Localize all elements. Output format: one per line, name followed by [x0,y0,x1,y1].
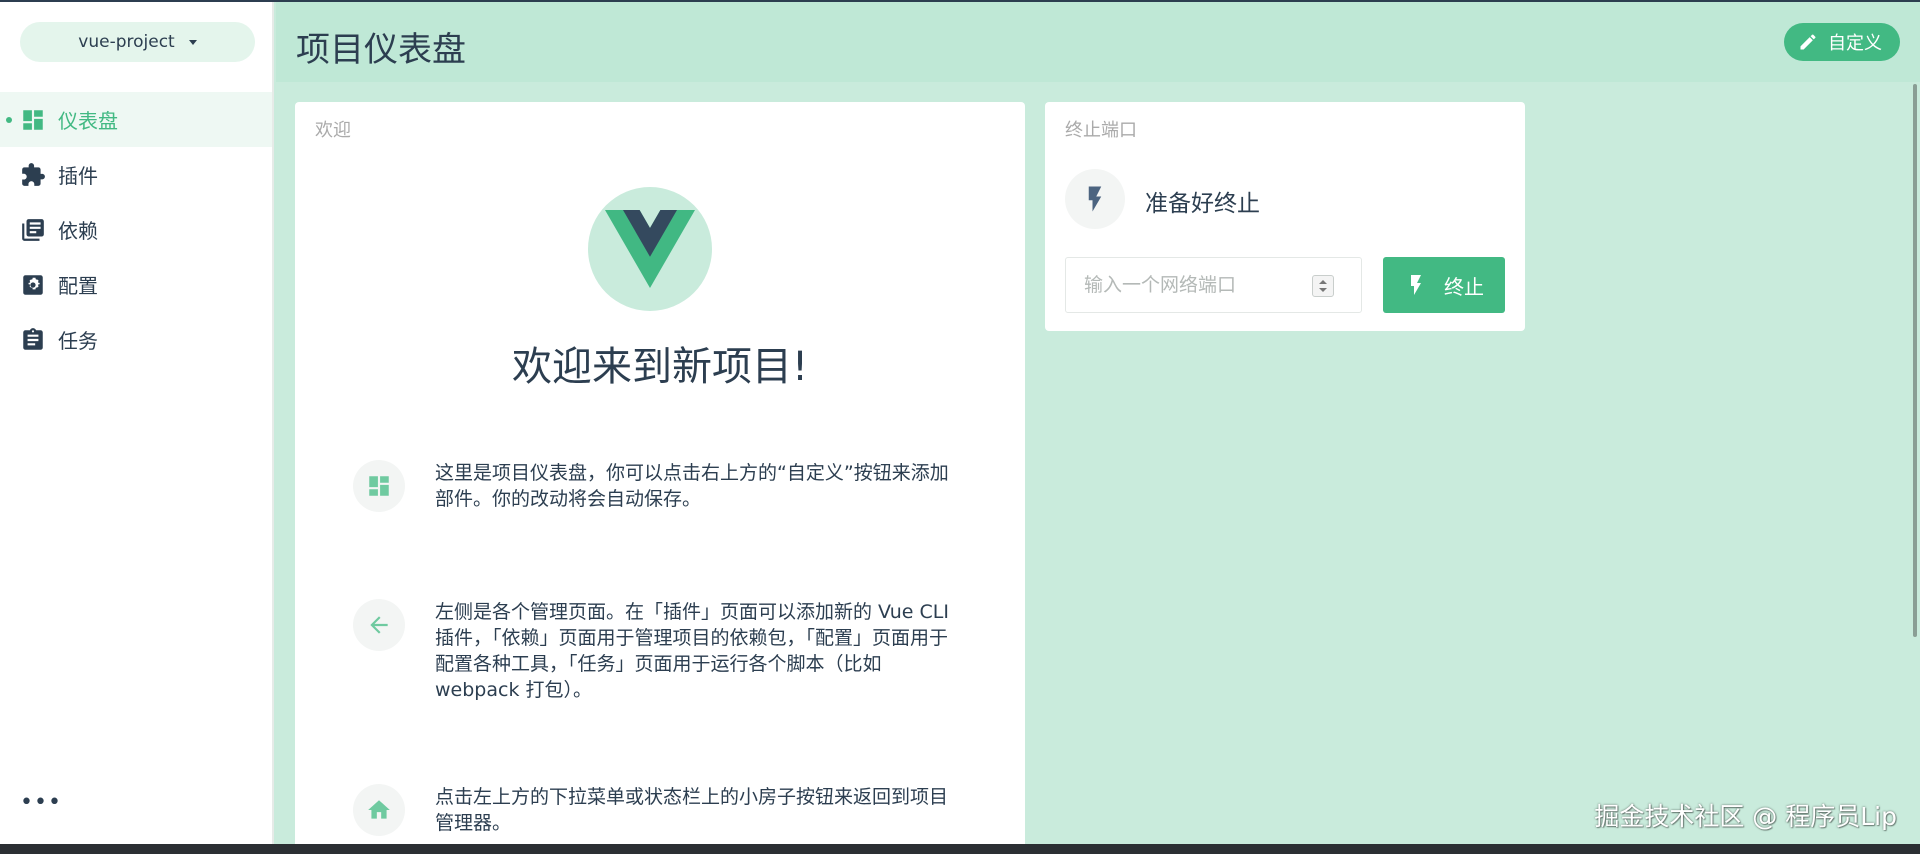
flash-icon [1411,275,1421,295]
tip-text: 点击左上方的下拉菜单或状态栏上的小房子按钮来返回到项目管理器。 [435,786,949,834]
welcome-heading: 欢迎来到新项目! [511,344,809,390]
tip-icon [353,784,405,836]
watermark: 掘金技术社区 @ 程序员Lip [1594,802,1897,831]
port-input[interactable] [1084,258,1314,312]
flash-icon [1088,186,1102,212]
kill-label: 终止 [1444,274,1484,299]
page-title: 项目仪表盘 [296,30,466,70]
widget-title: 终止端口 [1065,120,1137,141]
welcome-widget: 欢迎 欢迎来到新项目! 这里是项目仪表盘，你可以点击右上方的“自定义”按钮来添加… [295,102,1025,854]
kill-status-icon [1065,169,1125,229]
puzzle-icon [22,162,45,186]
tip-text: 左侧是各个管理页面。在「插件」页面可以添加新的 Vue CLI 插件，「依赖」页… [435,601,949,701]
arrow-left-icon [370,616,388,634]
port-stepper[interactable] [1312,275,1334,297]
vue-logo-icon [605,210,695,288]
sidebar-item-configuration[interactable]: 配置 [0,257,272,312]
customize-button[interactable]: 自定义 [1784,23,1900,61]
sidebar-item-tasks[interactable]: 任务 [0,312,272,367]
status-bar [0,844,1920,854]
home-icon [368,800,390,819]
vue-logo [588,187,712,311]
sidebar-item-dashboard[interactable]: 仪表盘 [0,92,272,147]
sidebar: vue-project 仪表盘 插件 依赖 配置 任务 ••• [0,2,274,844]
caret-down-icon [188,39,197,45]
pencil-icon [1800,34,1816,50]
tip-text: 这里是项目仪表盘，你可以点击右上方的“自定义”按钮来添加部件。你的改动将会自动保… [435,462,949,510]
project-name: vue-project [78,32,175,52]
library-books-icon [22,218,44,241]
sidebar-item-label: 依赖 [58,219,98,243]
sidebar-item-plugins[interactable]: 插件 [0,147,272,202]
sidebar-item-label: 任务 [58,329,98,353]
kill-status-text: 准备好终止 [1145,191,1260,217]
project-selector[interactable]: vue-project [20,22,255,62]
scrollbar-thumb[interactable] [1913,84,1917,637]
tip-icon [353,599,405,651]
tip-icon [353,460,405,512]
port-input-field [1065,257,1362,313]
sidebar-item-dependencies[interactable]: 依赖 [0,202,272,257]
sidebar-item-label: 配置 [58,274,98,298]
clipboard-icon [23,327,43,350]
widget-title: 欢迎 [315,120,351,141]
kill-port-widget: 终止端口 准备好终止 终止 [1045,102,1525,331]
customize-label: 自定义 [1828,33,1882,54]
dashboard-icon [369,476,389,496]
sidebar-item-label: 仪表盘 [58,109,118,133]
page-header: 项目仪表盘 自定义 [276,2,1920,82]
sidebar-item-label: 插件 [58,164,98,188]
settings-box-icon [23,274,43,295]
sidebar-nav: 仪表盘 插件 依赖 配置 任务 [0,92,272,367]
kill-button[interactable]: 终止 [1383,257,1505,313]
more-menu-button[interactable]: ••• [20,792,62,814]
dashboard-icon [23,109,43,130]
